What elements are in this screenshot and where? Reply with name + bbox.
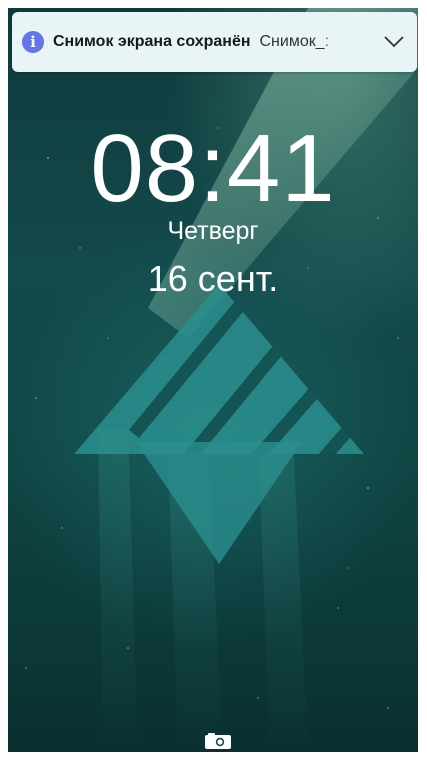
notification-title: Снимок экрана сохранён (53, 33, 251, 50)
lock-screen: i Снимок экрана сохранён Снимок_: 08:41 … (8, 8, 418, 752)
camera-icon[interactable] (205, 733, 231, 749)
screenshot-saved-notification[interactable]: i Снимок экрана сохранён Снимок_: (12, 12, 417, 72)
notification-body: Снимок_: (259, 33, 330, 50)
chevron-down-icon[interactable] (383, 31, 405, 53)
wallpaper-logo (74, 284, 364, 564)
info-icon: i (22, 31, 44, 53)
lockscreen-clock: 08:41 (90, 115, 336, 222)
lockscreen-weekday: Четверг (167, 217, 259, 245)
lockscreen-date: 16 сент. (147, 258, 279, 299)
